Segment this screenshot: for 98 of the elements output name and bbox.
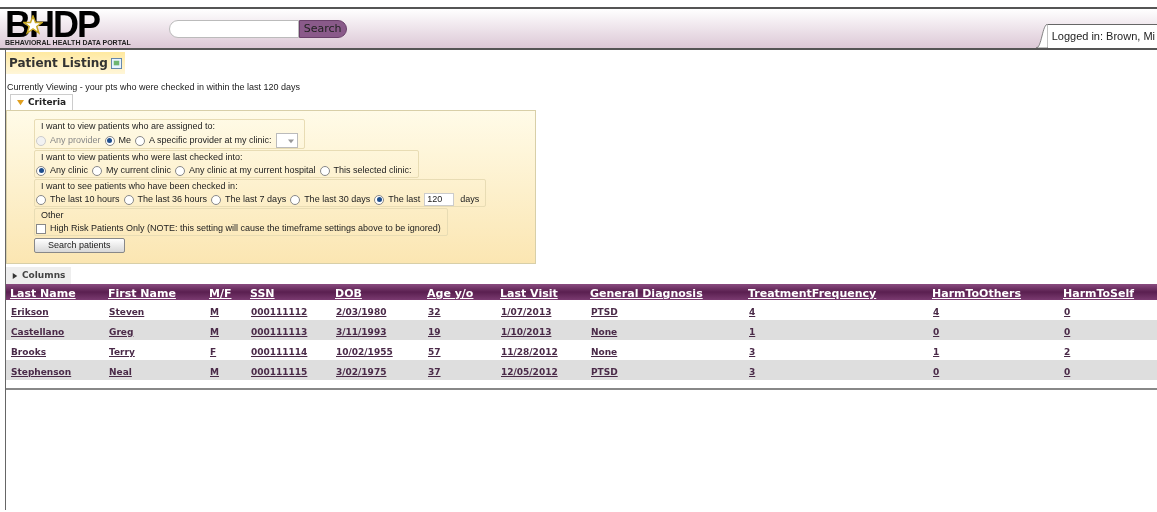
option-label: Me	[118, 134, 132, 147]
export-icon[interactable]	[110, 57, 122, 69]
tab-curve	[1035, 24, 1048, 48]
cell-link[interactable]: 000111113	[251, 327, 308, 337]
group-legend: Other	[41, 209, 441, 222]
cell-link[interactable]: 32	[428, 307, 441, 317]
cell-link[interactable]: 0	[933, 327, 940, 337]
column-header[interactable]: HarmToSelf	[1063, 287, 1135, 300]
column-header[interactable]: Last Name	[10, 287, 76, 300]
radio-button[interactable]	[175, 165, 186, 176]
cell-link[interactable]: 4	[749, 307, 756, 317]
radio-button[interactable]	[104, 135, 115, 146]
caret-icon	[17, 99, 24, 106]
cell-link[interactable]: Steven	[109, 307, 145, 317]
cell-link[interactable]: PTSD	[591, 367, 618, 377]
column-header[interactable]: Last Visit	[500, 287, 558, 300]
radio-button[interactable]	[290, 194, 301, 205]
option-label: The last 7 days	[225, 193, 287, 206]
caret-icon	[287, 137, 294, 144]
cell-link[interactable]: 3/11/1993	[336, 327, 387, 337]
cell-link[interactable]: 2/03/1980	[336, 307, 387, 317]
column-header[interactable]: TreatmentFrequency	[748, 287, 877, 300]
cell-link[interactable]: Castellano	[11, 327, 65, 337]
option-label: Any provider	[50, 134, 101, 147]
cell-link[interactable]: 4	[933, 307, 940, 317]
radio-button[interactable]	[123, 194, 134, 205]
cell-link[interactable]: 12/05/2012	[501, 367, 558, 377]
group-legend: I want to view patients who were last checked into:	[41, 151, 412, 164]
group-legend: I want to see patients who have been checked in:	[41, 180, 480, 193]
days-field[interactable]: 120	[424, 193, 455, 206]
cell-link[interactable]: None	[591, 347, 618, 357]
radio-button[interactable]	[211, 194, 222, 205]
radio-button[interactable]	[374, 194, 385, 205]
cell-link[interactable]: None	[591, 327, 618, 337]
cell-link[interactable]: 3	[749, 367, 756, 377]
cell-link[interactable]: 0	[1064, 327, 1071, 337]
column-header[interactable]: General Diagnosis	[590, 287, 703, 300]
column-header[interactable]: DOB	[335, 287, 362, 300]
radio-button[interactable]	[135, 135, 146, 146]
cell-link[interactable]: Erikson	[11, 307, 49, 317]
cell-link[interactable]: 3/02/1975	[336, 367, 387, 377]
cell-link[interactable]: Brooks	[11, 347, 46, 357]
option-label: The last 36 hours	[137, 193, 208, 206]
cell-link[interactable]: 000111114	[251, 347, 308, 357]
days-label: days	[460, 193, 480, 206]
column-header[interactable]: HarmToOthers	[932, 287, 1021, 300]
cell-link[interactable]: M	[210, 367, 219, 377]
option-label: The last	[388, 193, 421, 206]
column-header[interactable]: First Name	[108, 287, 176, 300]
cell-link[interactable]: 000111115	[251, 367, 308, 377]
provider-dropdown[interactable]	[275, 133, 298, 148]
cell-link[interactable]: 37	[428, 367, 441, 377]
columns-tab[interactable]: Columns	[6, 267, 72, 284]
cell-link[interactable]: 19	[428, 327, 441, 337]
cell-link[interactable]: F	[210, 347, 217, 357]
radio-button[interactable]	[319, 165, 330, 176]
caret-icon	[12, 272, 18, 279]
checkbox[interactable]	[36, 223, 46, 234]
radio-button[interactable]	[36, 165, 46, 176]
option-label: A specific provider at my clinic:	[149, 134, 272, 147]
cell-link[interactable]: 57	[428, 347, 441, 357]
radio-button[interactable]	[36, 194, 46, 205]
cell-link[interactable]: 11/28/2012	[501, 347, 558, 357]
column-header[interactable]: SSN	[250, 287, 275, 300]
cell-link[interactable]: Stephenson	[11, 367, 72, 377]
cell-link[interactable]: 0	[1064, 307, 1071, 317]
checkbox-label: High Risk Patients Only (NOTE: this setting will cause the timeframe settings above to be ignored)	[50, 222, 441, 235]
cell-link[interactable]: 1	[933, 347, 940, 357]
cell-link[interactable]: M	[210, 327, 219, 337]
cell-link[interactable]: Neal	[109, 367, 132, 377]
cell-link[interactable]: 000111112	[251, 307, 308, 317]
cell-link[interactable]: M	[210, 307, 219, 317]
cell-link[interactable]: Greg	[109, 327, 134, 337]
cell-link[interactable]: 0	[1064, 367, 1071, 377]
option-label: My current clinic	[106, 164, 172, 177]
cell-link[interactable]: 2	[1064, 347, 1071, 357]
option-label: The last 30 days	[304, 193, 371, 206]
option-label: The last 10 hours	[50, 193, 120, 206]
cell-link[interactable]: 1/10/2013	[501, 327, 552, 337]
column-header[interactable]: Age y/o	[427, 287, 474, 300]
page-title: Patient Listing	[6, 52, 125, 74]
cell-link[interactable]: PTSD	[591, 307, 618, 317]
search-field[interactable]	[168, 19, 299, 38]
group-legend: I want to view patients who are assigned to:	[41, 120, 298, 133]
cell-link[interactable]: 0	[933, 367, 940, 377]
cell-link[interactable]: 10/02/1955	[336, 347, 393, 357]
criteria-tab[interactable]: Criteria	[10, 94, 74, 110]
option-label: Any clinic at my current hospital	[189, 164, 316, 177]
cell-link[interactable]: 1/07/2013	[501, 307, 552, 317]
cell-link[interactable]: 1	[749, 327, 756, 337]
cell-link[interactable]: Terry	[109, 347, 135, 357]
option-label: Any clinic	[50, 164, 88, 177]
viewing-note: Currently Viewing - your pts who were checked in within the last 120 days	[7, 81, 300, 93]
column-header[interactable]: M/F	[209, 287, 232, 300]
radio-button[interactable]	[92, 165, 102, 176]
option-label: This selected clinic:	[333, 164, 412, 177]
search-patients-button[interactable]: Search patients	[34, 238, 125, 253]
cell-link[interactable]: 3	[749, 347, 756, 357]
